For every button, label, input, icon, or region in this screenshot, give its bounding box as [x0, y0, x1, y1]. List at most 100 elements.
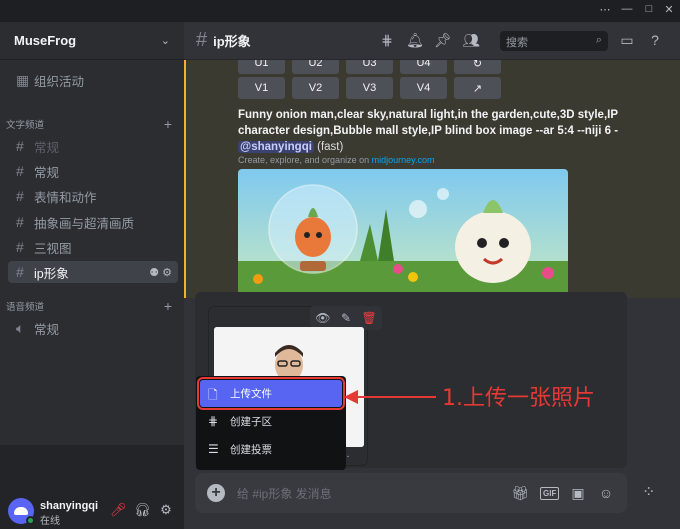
sidebar-item-label: 常规	[34, 165, 60, 180]
prompt-text: Funny onion man,clear sky,natural light,…	[238, 107, 628, 155]
v3-button[interactable]: V3	[346, 77, 393, 99]
maximize-icon[interactable]: □	[642, 3, 656, 15]
prompt-body: Funny onion man,clear sky,natural light,…	[238, 109, 619, 137]
category-label: 语音频道	[6, 302, 45, 313]
menu-item-label: 上传文件	[230, 388, 272, 400]
menu-item-label: 创建子区	[230, 416, 272, 428]
menu-item-label: 创建投票	[230, 444, 272, 456]
close-icon[interactable]: ✕	[662, 3, 676, 16]
variation-button-row: V1 V2 V3 V4 ↗	[238, 77, 501, 99]
apps-icon[interactable]: ⁘	[642, 482, 655, 502]
add-channel-icon[interactable]: +	[164, 298, 178, 314]
user-status: 在线	[40, 516, 60, 527]
trash-icon[interactable]: 🗑︎	[362, 311, 377, 325]
sidebar-item-channel[interactable]: # 抽象画与超清画质	[8, 211, 178, 233]
channel-title: ip形象	[213, 34, 251, 49]
search-placeholder: 搜索	[506, 37, 528, 49]
sidebar-item-channel[interactable]: # 三视图	[8, 236, 178, 258]
poll-icon: ☰	[208, 442, 219, 456]
pencil-icon[interactable]: ✎	[341, 311, 351, 325]
midjourney-subline: Create, explore, and organize on midjour…	[238, 155, 434, 165]
message-input[interactable]: 给 #ip形象 发消息	[237, 485, 332, 502]
add-channel-icon[interactable]: +	[164, 116, 178, 132]
reroll-button[interactable]: ↻	[454, 60, 501, 74]
online-status-dot	[26, 516, 35, 525]
discord-app: ⋯ — □ ✕ MuseFrog ⌄ ▦ 组织活动 文字频道 + # 常规 # …	[0, 0, 680, 529]
message-highlighted: U1 U2 U3 U4 ↻ V1 V2 V3 V4 ↗ Funny onion …	[184, 60, 680, 298]
u4-button[interactable]: U4	[400, 60, 447, 74]
sidebar-item-channel-active[interactable]: # ip形象 ⚉ ⚙	[8, 261, 178, 283]
speaker-icon: 🔈︎	[16, 319, 25, 336]
gear-icon[interactable]: ⚙	[158, 502, 174, 518]
sidebar-item-label: 组织活动	[34, 74, 85, 89]
onion-characters-illustration	[238, 169, 568, 298]
members-icon[interactable]: 👥︎	[462, 32, 480, 49]
hash-icon: #	[196, 29, 208, 51]
message-composer: + 给 #ip形象 发消息 🎁︎ GIF ▣ ☺	[195, 473, 627, 513]
bell-icon[interactable]: 🔔︎	[406, 32, 424, 49]
hash-icon: #	[16, 239, 24, 255]
emoji-icon[interactable]: ☺	[597, 485, 615, 501]
help-icon[interactable]: ?	[646, 32, 664, 48]
v4-button[interactable]: V4	[400, 77, 447, 99]
attach-menu: 🗋︎ 上传文件 ⋕ 创建子区 ☰ 创建投票	[196, 376, 346, 470]
hash-icon: #	[16, 138, 24, 154]
category-voice-channels[interactable]: 语音频道 +	[6, 298, 178, 314]
inbox-icon[interactable]: ▭	[618, 32, 636, 49]
u2-button[interactable]: U2	[292, 60, 339, 74]
v1-button[interactable]: V1	[238, 77, 285, 99]
sidebar-item-channel[interactable]: # 常规	[8, 135, 178, 157]
generated-image[interactable]	[238, 169, 568, 298]
hash-icon: #	[16, 188, 24, 204]
user-panel: shanyingqi 在线 🎤︎ 🎧︎ ⚙	[0, 445, 184, 529]
pin-icon[interactable]: 📌︎	[434, 32, 452, 49]
subline-text: Create, explore, and organize on	[238, 155, 372, 165]
username: shanyingqi	[40, 500, 99, 512]
sidebar-item-channel[interactable]: # 表情和动作	[8, 185, 178, 207]
hash-icon: #	[16, 163, 24, 179]
sidebar-item-label: 表情和动作	[34, 190, 97, 205]
headphones-icon[interactable]: 🎧︎	[134, 502, 151, 518]
user-mention[interactable]: @shanyingqi	[238, 141, 314, 153]
sticker-icon[interactable]: ▣	[569, 485, 587, 502]
speed-label: (fast)	[317, 141, 344, 153]
sidebar-item-label: ip形象	[34, 266, 69, 281]
menu-item-create-poll[interactable]: ☰ 创建投票	[200, 436, 342, 463]
more-icon[interactable]: ⋯	[598, 3, 612, 16]
sidebar-item-label: 三视图	[34, 241, 72, 256]
category-label: 文字频道	[6, 120, 45, 131]
v2-button[interactable]: V2	[292, 77, 339, 99]
window-titlebar: ⋯ — □ ✕	[0, 0, 680, 22]
annotation-label: 1.上传一张照片	[442, 386, 595, 411]
hash-icon: #	[16, 264, 24, 280]
sidebar-item-events[interactable]: ▦ 组织活动	[8, 69, 178, 91]
sidebar-item-voice[interactable]: 🔈︎ 常规	[8, 317, 178, 339]
mic-muted-icon[interactable]: 🎤︎	[110, 502, 127, 518]
search-input[interactable]: 搜索 ⌕	[500, 31, 608, 51]
sidebar-item-channel[interactable]: # 常规	[8, 160, 178, 182]
gear-icon[interactable]: ⚙	[162, 267, 172, 279]
category-text-channels[interactable]: 文字频道 +	[6, 116, 178, 132]
server-header[interactable]: MuseFrog ⌄	[0, 22, 184, 60]
gift-icon[interactable]: 🎁︎	[511, 485, 529, 502]
u3-button[interactable]: U3	[346, 60, 393, 74]
sidebar-item-label: 抽象画与超清画质	[34, 216, 135, 231]
threads-icon[interactable]: ⋕	[378, 32, 396, 49]
gif-icon[interactable]: GIF	[540, 487, 560, 500]
plus-icon[interactable]: +	[207, 484, 225, 502]
chevron-down-icon: ⌄	[160, 35, 170, 47]
menu-item-create-thread[interactable]: ⋕ 创建子区	[200, 408, 342, 435]
eye-icon[interactable]: 👁︎	[315, 311, 330, 325]
upload-file-icon: 🗋︎	[208, 388, 218, 402]
u1-button[interactable]: U1	[238, 60, 285, 74]
menu-item-upload-file[interactable]: 🗋︎ 上传文件	[197, 377, 345, 410]
sidebar-item-label: 常规	[34, 140, 60, 155]
add-member-icon[interactable]: ⚉	[149, 267, 159, 279]
open-link-button[interactable]: ↗	[454, 77, 501, 99]
search-icon: ⌕	[595, 34, 602, 46]
calendar-icon: ▦	[16, 71, 30, 88]
minimize-icon[interactable]: —	[620, 3, 634, 15]
midjourney-link[interactable]: midjourney.com	[372, 155, 435, 165]
channel-actions: ⚉ ⚙	[149, 266, 178, 279]
thread-icon: ⋕	[208, 414, 219, 428]
